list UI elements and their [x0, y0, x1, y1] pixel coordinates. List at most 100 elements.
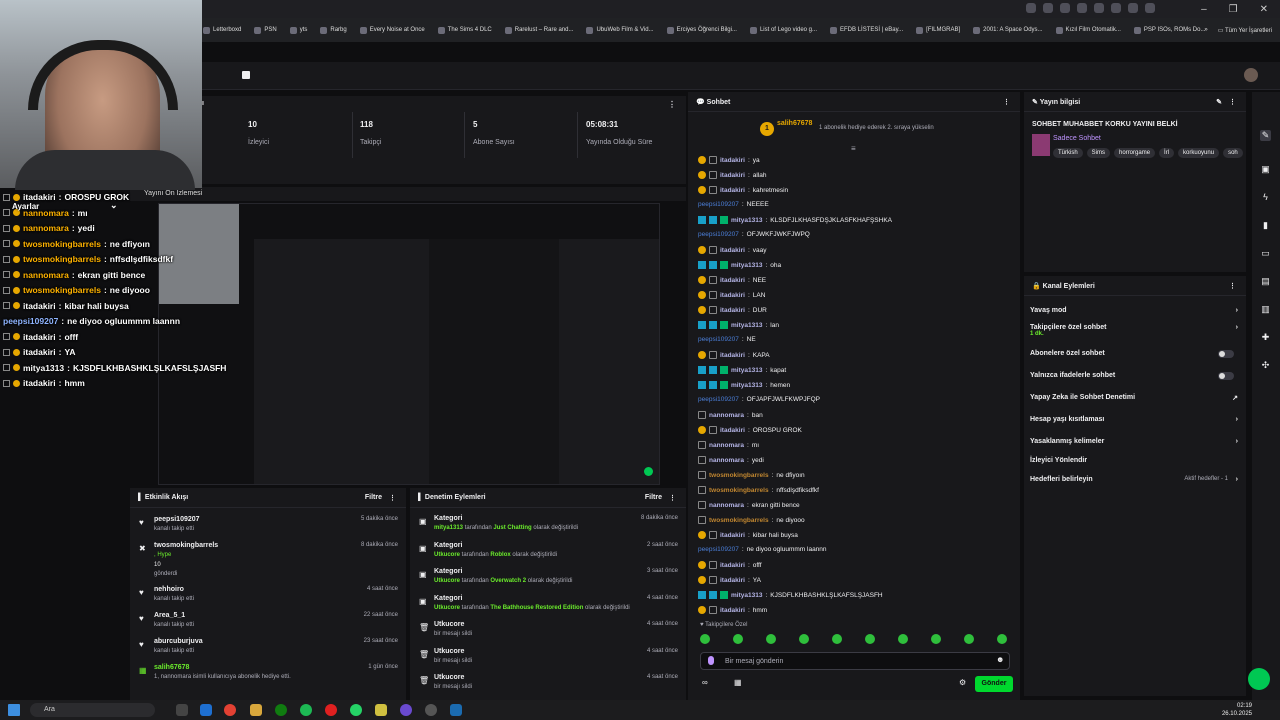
chat-message[interactable]: peepsi109207: OFJAPFJWLFKWPJFQP [698, 396, 820, 403]
extension-icon[interactable] [1060, 3, 1070, 13]
chat-username[interactable]: peepsi109207 [698, 396, 739, 403]
chat-message[interactable]: itadakiri: hmm [698, 606, 767, 614]
more-bookmarks-icon[interactable]: » [1204, 27, 1207, 33]
moderation-actor[interactable]: Utkucore [434, 578, 460, 584]
channel-actions-menu-icon[interactable]: ⋮ [1229, 282, 1236, 290]
send-button[interactable]: Gönder [975, 676, 1013, 692]
chat-username[interactable]: itadakiri [720, 172, 745, 179]
mod-tools-icon[interactable]: ▦ [734, 678, 742, 687]
activity-item[interactable]: ♥ peepsi109207 kanalı takip etti 5 dakika ö… [138, 516, 398, 542]
app-icon[interactable] [425, 704, 437, 716]
chat-message[interactable]: peepsi109207: ne diyoo ogluummm laannn [698, 546, 827, 553]
moderation-actor[interactable]: Utkucore [434, 552, 460, 558]
opera-icon[interactable] [325, 704, 337, 716]
chat-username[interactable]: nannomara [709, 412, 744, 419]
bookmark-item[interactable]: List of Lego video g... [749, 26, 817, 34]
toggle-switch[interactable] [1218, 350, 1234, 358]
chat-username[interactable]: mitya1313 [731, 262, 762, 269]
chat-username[interactable]: twosmokingbarrels [709, 487, 769, 494]
chrome-icon[interactable] [224, 704, 236, 716]
bookmark-item[interactable]: The Sims 4 DLC [437, 26, 492, 34]
bookmark-item[interactable]: Every Noise at Once [359, 26, 425, 34]
chat-username[interactable]: itadakiri [720, 187, 745, 194]
stream-tag[interactable]: Türkish [1053, 148, 1083, 158]
bookmark-item[interactable]: Rarelust – Rare and... [504, 26, 573, 34]
chat-message[interactable]: nannomara: ekran gitti bence [698, 501, 800, 509]
chat-username[interactable]: itadakiri [720, 532, 745, 539]
activity-user[interactable]: aburcuburjuva [154, 638, 203, 645]
chat-username[interactable]: mitya1313 [731, 217, 762, 224]
chat-message[interactable]: peepsi109207: OFJWKFJWKFJWPQ [698, 231, 810, 238]
channel-action-row[interactable]: Hesap yaşı kısıtlaması › [1030, 416, 1238, 423]
stats-menu-icon[interactable]: ⋮ [668, 100, 676, 109]
extension-icon[interactable] [1094, 3, 1104, 13]
moderation-item[interactable]: ▣ Kategori Utkucore tarafından Roblox olar… [418, 542, 678, 568]
chat-message[interactable]: mitya1313: lan [698, 321, 779, 329]
chat-username[interactable]: itadakiri [720, 307, 745, 314]
moderation-actor[interactable]: mitya1313 [434, 525, 463, 531]
chat-message[interactable]: peepsi109207: NE [698, 336, 756, 343]
chat-username[interactable]: itadakiri [720, 247, 745, 254]
emote-icon[interactable] [799, 634, 809, 644]
chat-message[interactable]: twosmokingbarrels: nffsdlşdfiksdfkf [698, 486, 819, 494]
chat-input[interactable]: Bir mesaj gönderin [700, 652, 1010, 670]
bookmark-item[interactable]: Erciyes Öğrenci Bilgi... [666, 26, 737, 34]
extension-icon[interactable] [1145, 3, 1155, 13]
activity-user[interactable]: peepsi109207 [154, 516, 200, 523]
chat-username[interactable]: mitya1313 [731, 367, 762, 374]
chat-username[interactable]: mitya1313 [731, 322, 762, 329]
chat-message[interactable]: itadakiri: allah [698, 171, 766, 179]
activity-item[interactable]: ♥ Area_5_1 kanalı takip etti 22 saat önce [138, 612, 398, 638]
sidebar-toggle-icon[interactable] [242, 71, 250, 79]
activity-user[interactable]: twosmokingbarrels [154, 542, 218, 549]
wrench-icon[interactable]: ✚ [1260, 332, 1271, 343]
activity-user[interactable]: Area_5_1 [154, 612, 185, 619]
collapse-icon[interactable]: ≡ [851, 144, 856, 153]
emote-icon[interactable] [766, 634, 776, 644]
moderation-filter-button[interactable]: Filtre [645, 494, 662, 501]
chat-username[interactable]: itadakiri [720, 157, 745, 164]
chat-message[interactable]: itadakiri: kibar hali buysa [698, 531, 798, 539]
stream-tag[interactable]: horrorgame [1114, 148, 1156, 158]
moderation-item[interactable]: 🗑 Utkucore bir mesajı sildi 4 saat önce [418, 674, 678, 700]
moderation-item[interactable]: ▣ Kategori Utkucore tarafından Overwatch 2… [418, 568, 678, 594]
help-chat-button[interactable] [1248, 668, 1270, 690]
channel-action-row[interactable]: Hedefleri belirleyin Aktif hedefler - 1 › [1030, 476, 1238, 483]
chat-message[interactable]: itadakiri: vaay [698, 246, 766, 254]
chat-username[interactable]: itadakiri [720, 577, 745, 584]
moderation-item[interactable]: ▣ Kategori Utkucore tarafından The Bathhou… [418, 595, 678, 621]
avatar[interactable] [1244, 68, 1258, 82]
chat-message[interactable]: itadakiri: KAPA [698, 351, 770, 359]
activity-item[interactable]: ♥ aburcuburjuva kanalı takip etti 23 saat ö… [138, 638, 398, 664]
chat-message[interactable]: mitya1313: KJSDFLKHBASHKLŞLKAFSLŞJASFH [698, 591, 883, 599]
moderation-item[interactable]: ▣ Kategori mitya1313 tarafından Just Chatt… [418, 515, 678, 541]
extension-icon[interactable] [1043, 3, 1053, 13]
extension-icon[interactable] [1111, 3, 1121, 13]
activity-item[interactable]: ✖ twosmokingbarrels , Hype 8 dakika önce 10 g… [138, 542, 398, 577]
emote-icon[interactable] [733, 634, 743, 644]
channel-action-row[interactable]: Yapay Zeka ile Sohbet Denetimi ↗ [1030, 394, 1238, 402]
chat-username[interactable]: itadakiri [720, 607, 745, 614]
message-icon[interactable]: ▭ [1260, 248, 1271, 259]
bookmark-item[interactable]: PSN [254, 26, 277, 34]
explorer-icon[interactable] [250, 704, 262, 716]
emote-icon[interactable] [865, 634, 875, 644]
edge-icon[interactable] [200, 704, 212, 716]
maximize-icon[interactable]: ❐ [1229, 4, 1238, 15]
activity-item[interactable]: ▦ salih67678 1, nannomara isimli kullanıcı… [138, 664, 398, 690]
extension-icon[interactable] [1077, 3, 1087, 13]
bookmark-item[interactable]: Rarbg [320, 26, 347, 34]
chat-message[interactable]: itadakiri: DUR [698, 306, 767, 314]
whatsapp-icon[interactable] [350, 704, 362, 716]
chat-message[interactable]: mitya1313: hemen [698, 381, 790, 389]
settings-label[interactable]: Ayarlar [12, 202, 39, 211]
activity-menu-icon[interactable]: ⋮ [389, 494, 396, 502]
channel-action-row[interactable]: Yalnızca ifadelerle sohbet [1030, 372, 1238, 380]
chat-message[interactable]: nannomara: ban [698, 411, 763, 419]
extension-icon[interactable] [1026, 3, 1036, 13]
chat-username[interactable]: mitya1313 [731, 382, 762, 389]
chat-settings-icon[interactable]: ⚙ [959, 678, 966, 687]
chat-username[interactable]: itadakiri [720, 292, 745, 299]
chat-message[interactable]: itadakiri: NEE [698, 276, 766, 284]
clip-icon[interactable]: ▮ [1260, 220, 1271, 231]
